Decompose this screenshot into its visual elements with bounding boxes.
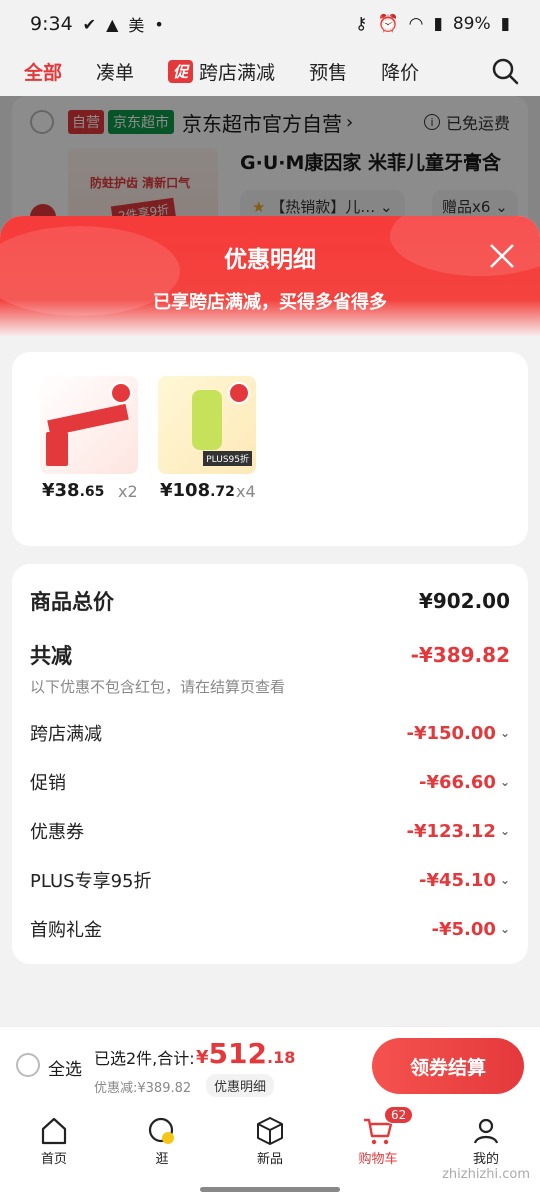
discount-note: 以下优惠不包含红包，请在结算页查看 [30, 678, 286, 696]
nav-me[interactable]: 我的 [432, 1104, 540, 1200]
bottom-nav: 首页 逛 新品 62 购物车 我的 zhizhizhi.com [0, 1104, 540, 1200]
total-amount: ¥512.18 [196, 1037, 296, 1070]
tab-presale[interactable]: 预售 [309, 58, 347, 85]
total-discount-row: 共减 -¥389.82 [30, 643, 510, 668]
discount-detail-modal: 优惠明细 已享跨店满减，买得多省得多 ¥38.65 x2 PLUS95折 ¥10… [0, 216, 540, 1026]
product-item[interactable] [40, 376, 138, 474]
search-icon[interactable] [490, 56, 520, 86]
product-price: ¥108.72 [160, 480, 235, 501]
chevron-down-icon: ⌄ [499, 824, 510, 838]
product-quantity: x4 [236, 482, 256, 501]
chevron-down-icon: ⌄ [499, 873, 510, 887]
products-card: ¥38.65 x2 PLUS95折 ¥108.72 x4 [12, 352, 528, 546]
nav-new[interactable]: 新品 [216, 1104, 324, 1200]
box-icon [257, 1117, 283, 1145]
plus-discount-label: PLUS95折 [203, 451, 252, 466]
tab-price-drop[interactable]: 降价 [381, 58, 419, 85]
checkout-button[interactable]: 领券结算 [372, 1038, 524, 1094]
product-quantity: x2 [118, 482, 138, 501]
selected-summary: 已选2件,合计: [94, 1049, 195, 1068]
wifi-icon: ◠ [408, 14, 424, 34]
nav-cart[interactable]: 62 购物车 [324, 1104, 432, 1200]
modal-title: 优惠明细 [224, 247, 316, 273]
cart-tab-bar: 全部 凑单 促 跨店满减 预售 降价 [0, 48, 540, 94]
modal-subtitle: 已享跨店满减，买得多省得多 [153, 292, 387, 313]
product-thumbnail: PLUS95折 [158, 376, 256, 474]
battery-text: 89% [452, 14, 491, 34]
tab-add-on[interactable]: 凑单 [96, 58, 134, 85]
home-indicator [200, 1187, 340, 1192]
total-price-row: 商品总价 ¥902.00 [30, 589, 510, 614]
status-time: 9:34 [30, 13, 73, 35]
discount-detail-button[interactable]: 优惠明细 [206, 1074, 275, 1097]
navigation-icon: ▲ [106, 14, 119, 34]
check-icon [228, 382, 250, 404]
product-price: ¥38.65 [42, 480, 105, 501]
status-bar: 9:34 ✔ ▲ 美 • ⚷ ⏰ ◠ ▮ 89% ▮ [0, 0, 540, 48]
chevron-down-icon: ⌄ [499, 726, 510, 740]
checkout-bar: 全选 已选2件,合计: ¥512.18 优惠减:¥389.82 优惠明细 领券结… [0, 1026, 540, 1104]
battery-icon: ▮ [500, 14, 510, 34]
check-icon [110, 382, 132, 404]
cart-count-badge: 62 [384, 1106, 414, 1124]
chevron-down-icon: ⌄ [499, 922, 510, 936]
watermark: zhizhizhi.com [442, 1167, 530, 1182]
modal-header: 优惠明细 已享跨店满减，买得多省得多 [0, 216, 540, 336]
key-icon: ⚷ [355, 14, 368, 34]
tab-cross-store[interactable]: 促 跨店满减 [168, 58, 275, 85]
user-icon [473, 1118, 499, 1144]
discount-row-plus[interactable]: PLUS专享95折 -¥45.10 ⌄ [30, 867, 510, 893]
total-price-value: ¥902.00 [418, 589, 510, 613]
notification-check-icon: ✔ [82, 14, 97, 34]
dot-icon: • [154, 14, 164, 34]
product-item[interactable]: PLUS95折 [158, 376, 256, 474]
discount-row-first-purchase[interactable]: 首购礼金 -¥5.00 ⌄ [30, 916, 510, 942]
tab-all[interactable]: 全部 [24, 58, 62, 85]
discount-summary: 优惠减:¥389.82 [94, 1081, 192, 1096]
total-discount-value: -¥389.82 [410, 643, 510, 667]
discount-detail-card: 商品总价 ¥902.00 共减 -¥389.82 以下优惠不包含红包，请在结算页… [12, 564, 528, 964]
chevron-down-icon: ⌄ [499, 775, 510, 789]
discount-row-cross-store[interactable]: 跨店满减 -¥150.00 ⌄ [30, 720, 510, 746]
browse-icon [148, 1117, 174, 1144]
signal-icon: ▮ [433, 14, 443, 34]
select-all-radio[interactable] [16, 1053, 40, 1077]
product-thumbnail [40, 376, 138, 474]
carrier-icon: 美 [128, 16, 145, 35]
nav-home[interactable]: 首页 [0, 1104, 108, 1200]
discount-row-coupon[interactable]: 优惠券 -¥123.12 ⌄ [30, 818, 510, 844]
close-icon[interactable] [488, 242, 516, 270]
home-icon [41, 1117, 67, 1145]
promo-badge: 促 [168, 59, 194, 83]
discount-row-promotion[interactable]: 促销 -¥66.60 ⌄ [30, 769, 510, 795]
select-all-label[interactable]: 全选 [48, 1055, 82, 1080]
nav-browse[interactable]: 逛 [108, 1104, 216, 1200]
alarm-icon: ⏰ [377, 14, 399, 34]
